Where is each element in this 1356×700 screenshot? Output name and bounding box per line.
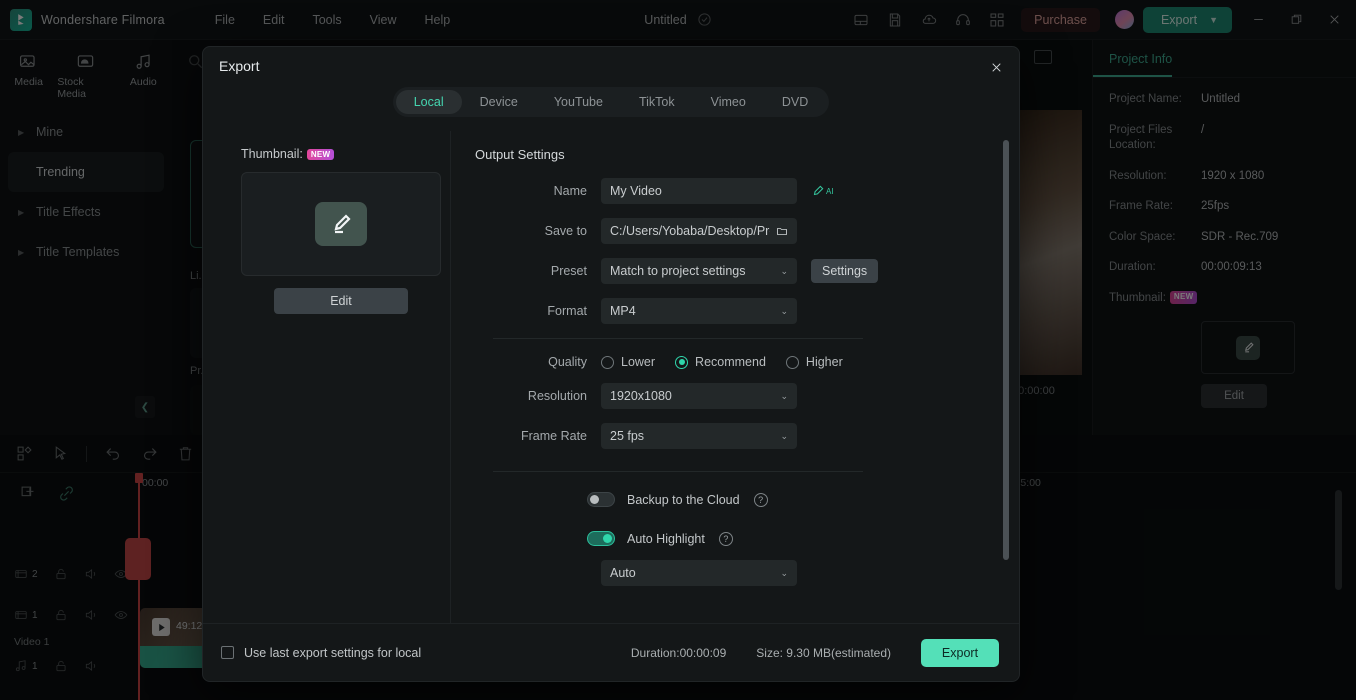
frame-rate-value: 25 fps <box>610 429 645 443</box>
radio-dot <box>785 355 799 369</box>
quality-option-recommend-label: Recommend <box>695 355 766 369</box>
dialog-body: Thumbnail: NEW Edit Output Settings Name … <box>203 131 1019 623</box>
name-input[interactable]: My Video <box>601 178 797 204</box>
field-row-quality: Quality Lower Recommend Higher <box>475 355 989 369</box>
divider <box>493 471 863 472</box>
chevron-down-icon: ⌄ <box>780 567 788 578</box>
output-settings-heading: Output Settings <box>475 147 565 162</box>
field-row-frame-rate: Frame Rate 25 fps ⌄ <box>475 423 989 449</box>
export-confirm-button[interactable]: Export <box>921 638 999 667</box>
dialog-footer: Use last export settings for local Durat… <box>203 623 1019 681</box>
filmora-app-window: Wondershare Filmora File Edit Tools View… <box>0 0 1356 700</box>
tab-vimeo[interactable]: Vimeo <box>693 90 764 114</box>
tab-local[interactable]: Local <box>395 90 462 114</box>
format-label: Format <box>547 304 587 318</box>
tab-youtube[interactable]: YouTube <box>536 90 621 114</box>
auto-highlight-label: Auto Highlight <box>627 531 705 546</box>
preset-value: Match to project settings <box>610 264 746 278</box>
use-last-settings-checkbox[interactable] <box>221 646 234 659</box>
format-value: MP4 <box>610 304 636 318</box>
toggle-row-auto-highlight: Auto Highlight ? <box>475 531 989 546</box>
name-label: Name <box>553 184 587 198</box>
quality-option-higher[interactable]: Higher <box>785 355 843 369</box>
resolution-value: 1920x1080 <box>610 389 672 403</box>
field-row-name: Name My Video AI <box>475 178 989 204</box>
thumbnail-edit-button[interactable]: Edit <box>274 288 408 314</box>
format-select[interactable]: MP4 ⌄ <box>601 298 797 324</box>
preset-label: Preset <box>550 264 587 278</box>
highlight-mode-value: Auto <box>610 566 636 580</box>
field-row-preset: Preset Match to project settings ⌄ Setti… <box>475 258 989 284</box>
save-to-label: Save to <box>544 224 587 238</box>
tab-dvd[interactable]: DVD <box>764 90 826 114</box>
quality-option-lower[interactable]: Lower <box>601 355 655 369</box>
name-input-value: My Video <box>610 184 662 198</box>
ai-rename-icon[interactable]: AI <box>811 184 834 198</box>
save-to-input[interactable]: C:/Users/Yobaba/Desktop/Pro <box>601 218 797 244</box>
tab-device[interactable]: Device <box>462 90 536 114</box>
quality-option-lower-label: Lower <box>621 355 656 369</box>
frame-rate-select[interactable]: 25 fps ⌄ <box>601 423 797 449</box>
resolution-label: Resolution <box>527 389 587 403</box>
save-to-value: C:/Users/Yobaba/Desktop/Pro <box>610 224 770 238</box>
dialog-tabs-wrapper: Local Device YouTube TikTok Vimeo DVD <box>392 87 830 117</box>
field-row-save-to: Save to C:/Users/Yobaba/Desktop/Pro <box>475 218 989 244</box>
preset-settings-button[interactable]: Settings <box>811 259 879 283</box>
dialog-title: Export <box>219 58 260 74</box>
auto-highlight-toggle[interactable] <box>587 531 615 546</box>
ai-label: AI <box>826 186 834 196</box>
radio-dot-selected <box>675 355 689 369</box>
dialog-scrollbar[interactable] <box>1003 140 1009 560</box>
help-icon[interactable]: ? <box>718 531 733 546</box>
help-icon[interactable]: ? <box>753 492 768 507</box>
radio-dot <box>601 355 614 369</box>
thumbnail-label-text: Thumbnail: <box>241 147 303 161</box>
close-icon[interactable] <box>983 55 1009 79</box>
preset-select[interactable]: Match to project settings ⌄ <box>601 258 797 284</box>
chevron-down-icon: ⌄ <box>780 390 788 401</box>
toggle-row-backup-cloud: Backup to the Cloud ? <box>475 492 989 507</box>
field-row-format: Format MP4 ⌄ <box>475 298 989 324</box>
chevron-down-icon: ⌄ <box>780 430 788 441</box>
backup-cloud-toggle[interactable] <box>587 492 615 507</box>
chevron-down-icon: ⌄ <box>780 305 788 316</box>
use-last-settings-label: Use last export settings for local <box>244 645 422 660</box>
quality-option-higher-label: Higher <box>805 355 843 369</box>
quality-label: Quality <box>548 355 587 369</box>
pencil-edit-icon <box>315 202 367 246</box>
export-dialog: Export Local Device YouTube TikTok Vimeo… <box>202 46 1020 682</box>
dialog-tab-bar: Local Device YouTube TikTok Vimeo DVD <box>203 87 1019 131</box>
highlight-mode-select[interactable]: Auto ⌄ <box>601 560 797 586</box>
divider <box>493 338 863 339</box>
field-row-highlight-mode: Auto ⌄ <box>475 560 989 586</box>
quality-option-recommend[interactable]: Recommend <box>675 355 766 369</box>
output-settings-section: Output Settings Name My Video AI Save to… <box>451 131 1019 623</box>
quality-radio-group: Lower Recommend Higher <box>601 355 843 369</box>
dialog-header: Export <box>203 47 1019 87</box>
thumbnail-section: Thumbnail: NEW Edit <box>203 131 451 623</box>
thumbnail-label: Thumbnail: NEW <box>241 147 450 161</box>
footer-duration: Duration:00:00:09 <box>630 645 727 660</box>
resolution-select[interactable]: 1920x1080 ⌄ <box>601 383 797 409</box>
frame-rate-label: Frame Rate <box>521 429 587 443</box>
field-row-resolution: Resolution 1920x1080 ⌄ <box>475 383 989 409</box>
footer-size: Size: 9.30 MB(estimated) <box>756 645 891 660</box>
backup-cloud-label: Backup to the Cloud <box>627 492 740 507</box>
chevron-down-icon: ⌄ <box>780 265 788 276</box>
new-badge: NEW <box>306 149 335 161</box>
tab-tiktok[interactable]: TikTok <box>621 90 693 114</box>
thumbnail-preview-box[interactable] <box>241 172 441 276</box>
folder-icon[interactable] <box>775 225 789 237</box>
